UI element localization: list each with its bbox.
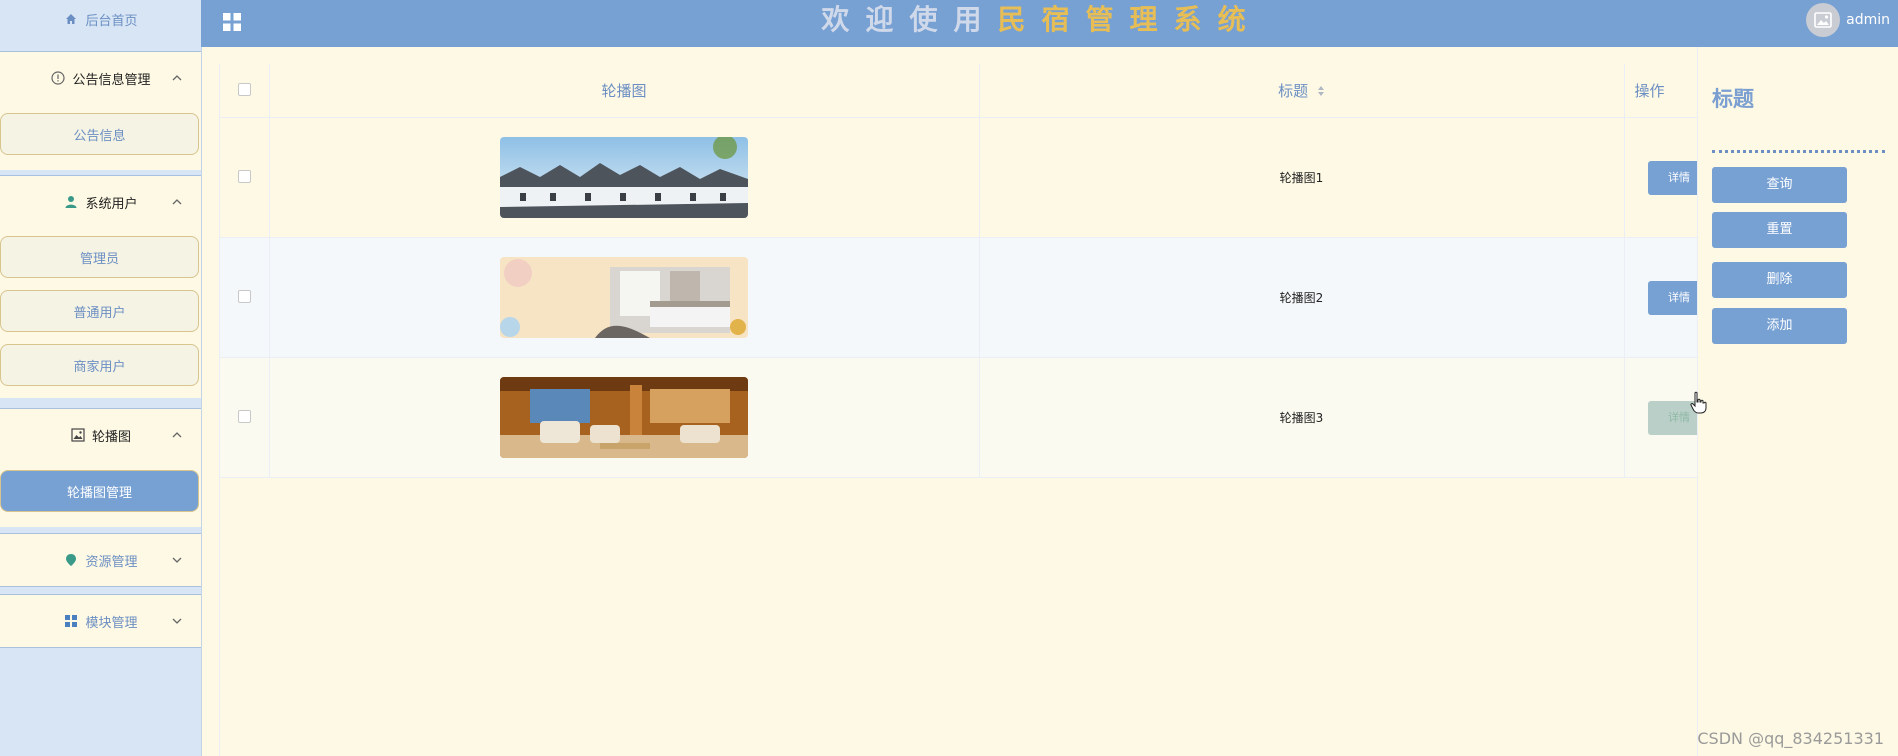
menu-group-resources[interactable]: 资源管理 — [0, 533, 201, 587]
home-icon — [63, 11, 79, 27]
menu-group-carousel[interactable]: 轮播图 — [0, 408, 201, 462]
column-header-action: 操作 — [1624, 64, 1699, 118]
sidebar-item-normal-user[interactable]: 普通用户 — [0, 290, 199, 332]
detail-button[interactable]: 详情 — [1648, 160, 1697, 195]
menu-group-label: 资源管理 — [85, 554, 138, 570]
header-select-all — [220, 64, 270, 118]
row-title: 轮播图3 — [979, 357, 1625, 478]
submenu-notice: 公告信息 — [0, 104, 201, 170]
carousel-image — [500, 257, 748, 338]
submenu-carousel: 轮播图管理 — [0, 461, 201, 527]
table-row: 轮播图2 详情 — [220, 237, 1699, 358]
title-char: 管 — [1085, 3, 1130, 36]
sidebar-item-home[interactable]: 后台首页 — [0, 0, 201, 38]
title-char: 民 — [997, 3, 1042, 36]
hand-cursor-icon — [1689, 391, 1707, 419]
divider — [1712, 150, 1885, 153]
menu-group-label: 公告信息管理 — [72, 72, 151, 88]
avatar-image-icon — [1814, 12, 1832, 28]
user-icon — [63, 194, 79, 210]
sidebar-item-merchant-user[interactable]: 商家用户 — [0, 344, 199, 386]
data-table: 轮播图 标题 操作 轮播图1 详情 轮播图2 详情 轮播图3 详情 — [219, 64, 1699, 756]
avatar — [1806, 3, 1841, 37]
title-char: 用 — [953, 3, 998, 36]
user-menu[interactable]: admin — [1806, 3, 1890, 37]
title-char: 使 — [909, 3, 954, 36]
chevron-down-icon — [171, 554, 183, 570]
row-title: 轮播图2 — [979, 237, 1625, 358]
reset-button[interactable]: 重置 — [1712, 212, 1847, 248]
carousel-image — [500, 377, 748, 458]
column-header-image: 轮播图 — [269, 64, 980, 118]
watermark: CSDN @qq_834251331 — [1697, 729, 1884, 748]
title-char: 欢 — [821, 3, 866, 36]
table-row: 轮播图1 详情 — [220, 117, 1699, 238]
info-circle-icon — [50, 70, 66, 86]
table-row: 轮播图3 详情 — [220, 357, 1699, 478]
top-header: 欢迎使用民宿管理系统 admin — [201, 0, 1898, 47]
menu-group-label: 系统用户 — [85, 196, 138, 212]
submenu-users: 管理员 普通用户 商家用户 — [0, 228, 201, 398]
sidebar: 后台首页 公告信息管理 公告信息 系统用户 管理员 普通用户 商家用户 轮播图 — [0, 0, 202, 756]
menu-group-label: 模块管理 — [85, 615, 138, 631]
column-header-title-label: 标题 — [1278, 82, 1309, 100]
detail-button[interactable]: 详情 — [1648, 280, 1697, 315]
query-button[interactable]: 查询 — [1712, 167, 1847, 203]
add-button[interactable]: 添加 — [1712, 308, 1847, 344]
row-title: 轮播图1 — [979, 117, 1625, 238]
menu-group-modules[interactable]: 模块管理 — [0, 594, 201, 648]
chevron-up-icon — [171, 429, 183, 445]
grid-icon — [63, 613, 79, 629]
sort-icon[interactable] — [1317, 83, 1325, 101]
title-char: 迎 — [865, 3, 910, 36]
sidebar-item-admin[interactable]: 管理员 — [0, 236, 199, 278]
chevron-down-icon — [171, 615, 183, 631]
row-checkbox[interactable] — [237, 409, 251, 423]
title-char: 宿 — [1041, 3, 1086, 36]
column-header-title[interactable]: 标题 — [979, 64, 1625, 118]
page-title: 欢迎使用民宿管理系统 — [185, 0, 1898, 40]
search-panel: 标题 查询 重置 删除 添加 — [1697, 47, 1898, 756]
chevron-up-icon — [171, 196, 183, 212]
row-checkbox[interactable] — [237, 289, 251, 303]
chevron-up-icon — [171, 72, 183, 88]
menu-group-label: 轮播图 — [91, 429, 131, 445]
title-char: 统 — [1217, 3, 1262, 36]
menu-group-notice[interactable]: 公告信息管理 — [0, 51, 201, 105]
carousel-image — [500, 137, 748, 218]
search-title-label: 标题 — [1712, 87, 1754, 111]
sidebar-item-home-label: 后台首页 — [85, 13, 138, 29]
row-checkbox[interactable] — [237, 169, 251, 183]
sidebar-item-carousel-manage[interactable]: 轮播图管理 — [0, 470, 199, 512]
image-icon — [70, 427, 86, 443]
location-pin-icon — [63, 552, 79, 568]
sidebar-item-notice[interactable]: 公告信息 — [0, 113, 199, 155]
title-char: 系 — [1173, 3, 1218, 36]
menu-group-users[interactable]: 系统用户 — [0, 175, 201, 229]
title-char: 理 — [1129, 3, 1174, 36]
username: admin — [1846, 12, 1890, 28]
delete-button[interactable]: 删除 — [1712, 262, 1847, 298]
select-all-checkbox[interactable] — [237, 82, 251, 96]
